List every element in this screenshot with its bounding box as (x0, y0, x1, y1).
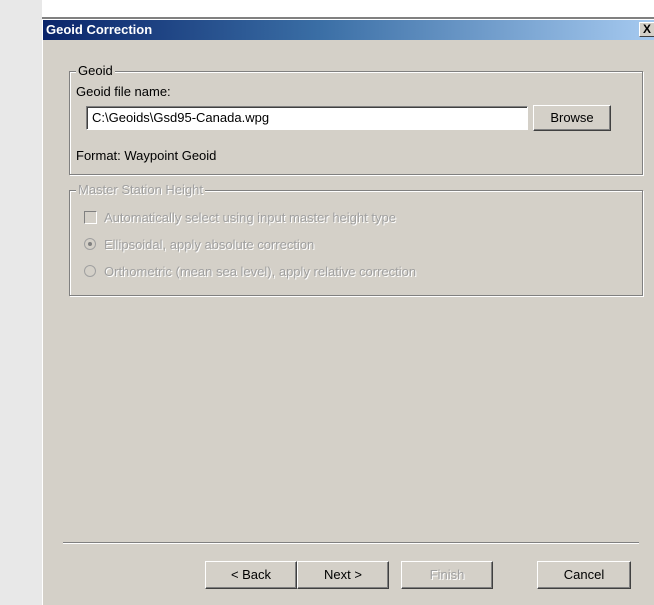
close-button[interactable]: X (639, 22, 654, 37)
background-strip (0, 0, 42, 605)
ellipsoidal-label: Ellipsoidal, apply absolute correction (104, 237, 315, 252)
format-text: Format: Waypoint Geoid (76, 148, 217, 163)
geoid-file-input[interactable]: C:\Geoids\Gsd95-Canada.wpg (86, 106, 528, 130)
cancel-button[interactable]: Cancel (537, 561, 631, 589)
next-button[interactable]: Next > (297, 561, 389, 589)
close-icon: X (642, 22, 651, 36)
ellipsoidal-option[interactable]: Ellipsoidal, apply absolute correction (84, 236, 484, 254)
browse-button[interactable]: Browse (533, 105, 611, 131)
orthometric-radio[interactable] (84, 265, 96, 277)
geoid-correction-dialog: Geoid Correction X Geoid Geoid file name… (42, 19, 654, 605)
ellipsoidal-radio[interactable] (84, 238, 96, 250)
finish-button[interactable]: Finish (401, 561, 493, 589)
title-bar: Geoid Correction X (43, 20, 654, 40)
auto-select-label: Automatically select using input master … (104, 210, 396, 225)
geoid-file-label: Geoid file name: (76, 84, 171, 99)
orthometric-option[interactable]: Orthometric (mean sea level), apply rela… (84, 263, 544, 281)
geoid-group-legend: Geoid (76, 63, 115, 78)
master-station-height-group: Master Station Height Automatically sele… (69, 183, 643, 296)
master-station-height-legend: Master Station Height (76, 182, 206, 197)
footer-separator (63, 542, 639, 544)
auto-select-checkbox[interactable] (84, 211, 97, 224)
window-title: Geoid Correction (46, 22, 153, 37)
geoid-group: Geoid Geoid file name: C:\Geoids\Gsd95-C… (69, 64, 643, 175)
auto-select-option[interactable]: Automatically select using input master … (84, 209, 504, 227)
orthometric-label: Orthometric (mean sea level), apply rela… (104, 264, 417, 279)
back-button[interactable]: < Back (205, 561, 297, 589)
